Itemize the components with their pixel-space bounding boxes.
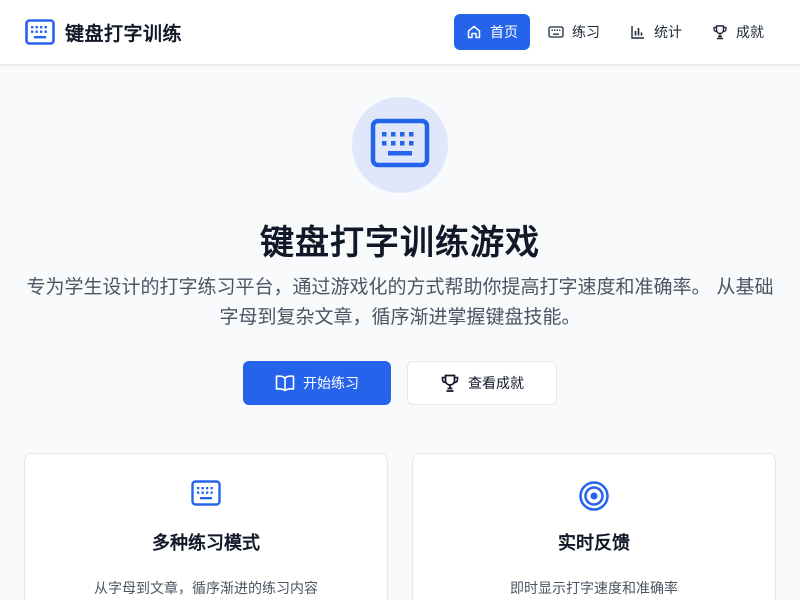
feature-title: 多种练习模式 [152, 533, 260, 554]
hero-description: 专为学生设计的打字练习平台，通过游戏化的方式帮助你提高打字速度和准确率。 从基础… [26, 276, 774, 328]
feature-description: 即时显示打字速度和准确率 [510, 581, 678, 597]
bar-chart-icon [630, 24, 646, 40]
home-icon [466, 24, 482, 40]
keyboard-icon [548, 24, 564, 40]
view-achievements-label: 查看成就 [468, 376, 524, 392]
trophy-icon [712, 24, 728, 40]
nav-item-statistics[interactable]: 统计 [618, 14, 694, 50]
nav-item-home[interactable]: 首页 [454, 14, 530, 50]
nav-item-practice[interactable]: 练习 [536, 14, 612, 50]
keyboard-icon [25, 17, 55, 47]
nav-item-label: 统计 [654, 25, 682, 41]
main-nav: 首页 练习 统计 成就 [448, 14, 776, 50]
app-title: 键盘打字训练 [65, 22, 183, 45]
top-navigation-bar: 键盘打字训练 首页 练习 统计 成就 [0, 0, 800, 65]
start-practice-label: 开始练习 [303, 376, 359, 392]
feature-card-practice-modes: 多种练习模式 从字母到文章，循序渐进的练习内容 [24, 453, 388, 600]
feature-card-realtime-feedback: 实时反馈 即时显示打字速度和准确率 [412, 453, 776, 600]
hero-icon-circle [352, 97, 448, 193]
nav-item-achievements[interactable]: 成就 [700, 14, 776, 50]
feature-title: 实时反馈 [558, 533, 630, 554]
nav-item-label: 成就 [736, 25, 764, 41]
trophy-icon [440, 373, 460, 393]
book-open-icon [275, 373, 295, 393]
nav-item-label: 首页 [490, 25, 518, 41]
view-achievements-button[interactable]: 查看成就 [407, 361, 557, 405]
target-icon [578, 480, 610, 516]
page-title: 键盘打字训练游戏 [260, 223, 540, 263]
start-practice-button[interactable]: 开始练习 [243, 361, 391, 405]
keyboard-icon [370, 118, 430, 172]
nav-item-label: 练习 [572, 25, 600, 41]
brand[interactable]: 键盘打字训练 [25, 17, 182, 47]
feature-description: 从字母到文章，循序渐进的练习内容 [94, 581, 318, 597]
keyboard-icon [191, 480, 221, 510]
